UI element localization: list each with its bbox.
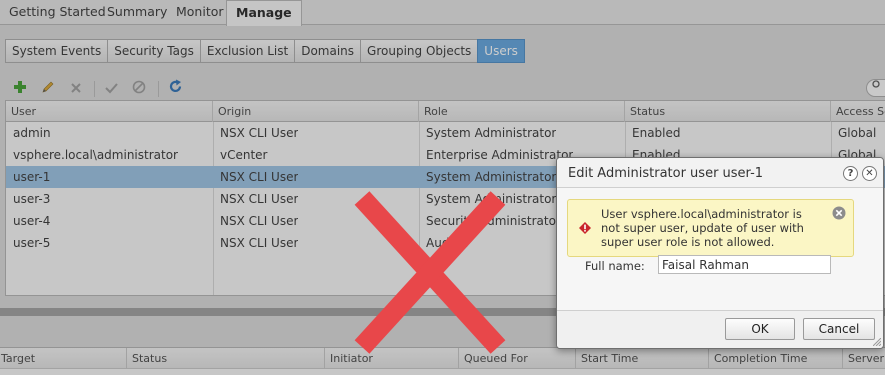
error-icon [579, 222, 591, 234]
dialog-title-bar[interactable]: Edit Administrator user user-1 ? ✕ [557, 158, 883, 188]
resize-grip-icon[interactable] [873, 338, 881, 346]
full-name-label: Full name: [585, 259, 645, 273]
full-name-input[interactable] [658, 255, 831, 274]
dismiss-alert-icon[interactable] [832, 206, 846, 220]
red-x-annotation [354, 191, 506, 354]
error-message: User vsphere.local\administrator is not … [601, 207, 804, 249]
cancel-button[interactable]: Cancel [803, 318, 875, 340]
close-icon[interactable]: ✕ [862, 166, 877, 181]
help-icon[interactable]: ? [843, 166, 858, 181]
edit-administrator-dialog: Edit Administrator user user-1 ? ✕ User … [556, 157, 884, 349]
error-alert: User vsphere.local\administrator is not … [567, 199, 854, 257]
dialog-title: Edit Administrator user user-1 [568, 166, 764, 181]
ok-button[interactable]: OK [725, 318, 795, 340]
